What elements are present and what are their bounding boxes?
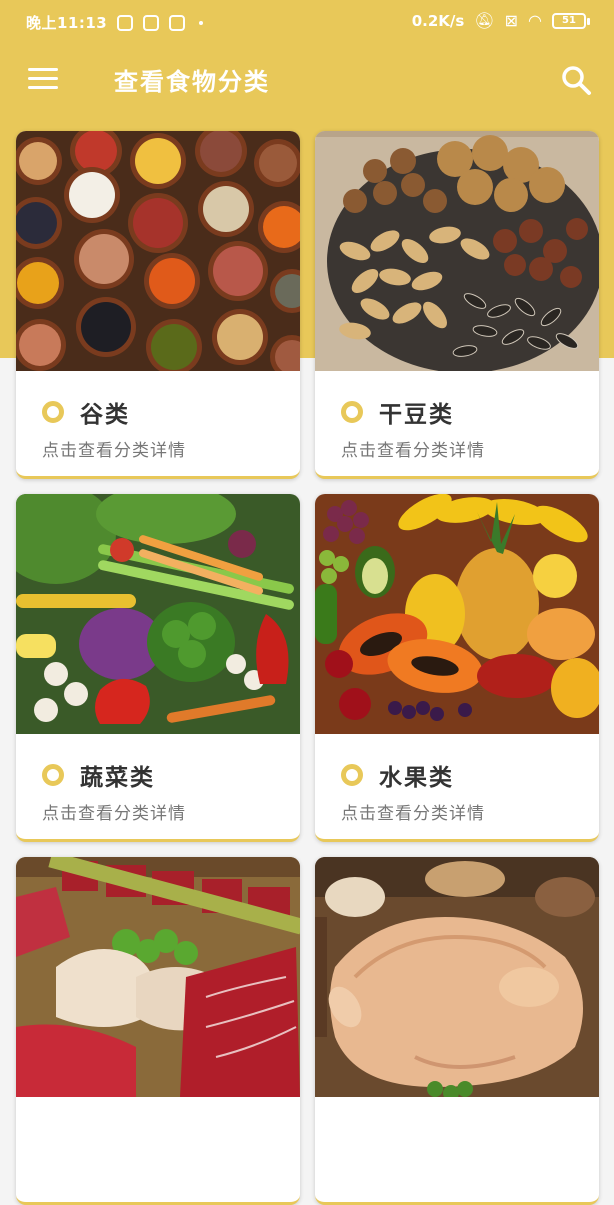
nuts-photo	[315, 131, 599, 371]
category-name: 水果类	[379, 765, 454, 791]
search-icon[interactable]	[560, 64, 592, 96]
circle-icon	[341, 764, 363, 786]
fruits-photo	[315, 494, 599, 734]
vegetables-photo	[16, 494, 300, 734]
shield-icon	[117, 14, 134, 31]
category-title-row: 蔬菜类	[42, 758, 155, 792]
more-notifications-icon	[199, 20, 204, 25]
category-title-row: 谷类	[42, 395, 130, 429]
category-title-row: 干豆类	[341, 395, 454, 429]
wifi-icon: ◠	[528, 11, 542, 30]
grains-photo	[16, 131, 300, 371]
battery-level: 51	[552, 13, 586, 29]
category-card-fruits[interactable]: 水果类 点击查看分类详情	[315, 494, 599, 842]
category-card-meat[interactable]	[16, 857, 300, 1205]
status-time: 晚上11:13	[26, 14, 108, 32]
poultry-photo	[315, 857, 599, 1097]
category-subtitle: 点击查看分类详情	[42, 441, 186, 461]
category-card-dried-beans[interactable]: 干豆类 点击查看分类详情	[315, 131, 599, 479]
category-subtitle: 点击查看分类详情	[341, 804, 485, 824]
app-bar: 查看食物分类	[0, 50, 614, 108]
app-notification-icon	[169, 14, 186, 31]
category-card-grains[interactable]: 谷类 点击查看分类详情	[16, 131, 300, 479]
circle-icon	[341, 401, 363, 423]
mute-icon: 🔕︎	[474, 11, 495, 30]
shield-icon	[143, 14, 160, 31]
menu-icon[interactable]	[28, 68, 60, 90]
category-name: 干豆类	[379, 402, 454, 428]
page-title: 查看食物分类	[114, 68, 270, 96]
category-name: 蔬菜类	[80, 765, 155, 791]
circle-icon	[42, 764, 64, 786]
category-card-poultry[interactable]	[315, 857, 599, 1205]
category-card-vegetables[interactable]: 蔬菜类 点击查看分类详情	[16, 494, 300, 842]
category-subtitle: 点击查看分类详情	[341, 441, 485, 461]
status-bar: 晚上11:13 0.2K/s 🔕︎ ⊠ ◠ 51	[0, 0, 614, 42]
category-subtitle: 点击查看分类详情	[42, 804, 186, 824]
circle-icon	[42, 401, 64, 423]
category-name: 谷类	[80, 402, 130, 428]
category-title-row: 水果类	[341, 758, 454, 792]
meat-photo	[16, 857, 300, 1097]
sim-icon: ⊠	[504, 11, 519, 30]
network-speed: 0.2K/s	[411, 12, 465, 30]
battery-icon: 51	[552, 13, 590, 29]
